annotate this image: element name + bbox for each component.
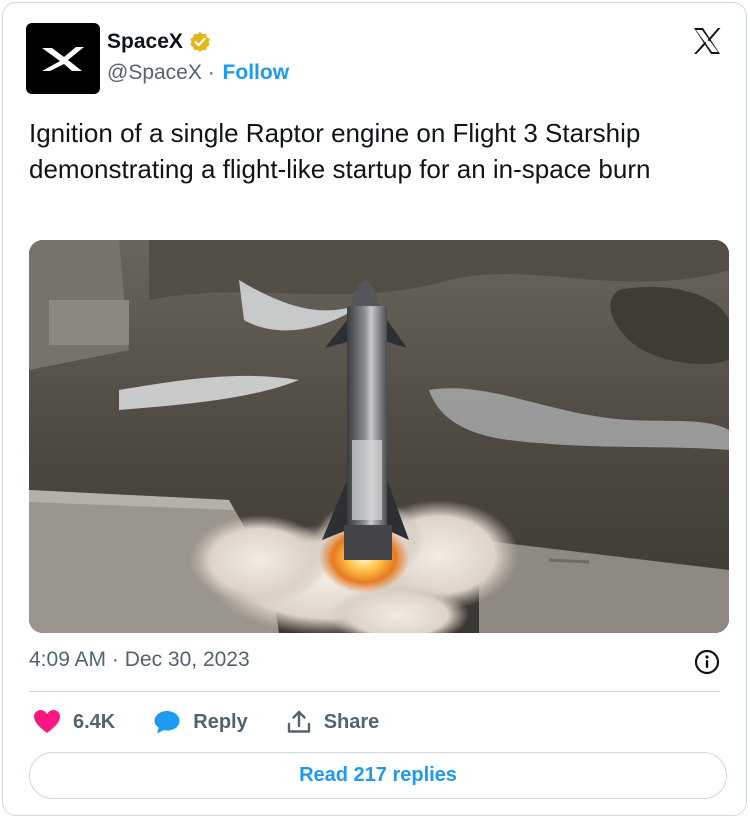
date-separator: · <box>106 648 125 671</box>
x-logo-icon[interactable] <box>691 25 723 57</box>
tweet-media-video[interactable] <box>29 240 729 633</box>
tweet-date: Dec 30, 2023 <box>124 648 250 671</box>
author-handle[interactable]: @SpaceX <box>107 61 202 84</box>
reply-label: Reply <box>193 710 248 733</box>
verified-badge-icon <box>190 32 210 52</box>
tweet-timestamp[interactable]: 4:09 AM · Dec 30, 2023 <box>29 648 250 672</box>
author-name-row: SpaceX <box>107 30 211 54</box>
like-button[interactable]: 6.4K <box>33 709 115 735</box>
avatar[interactable] <box>26 23 100 94</box>
share-label: Share <box>323 710 380 733</box>
tweet-time: 4:09 AM <box>29 648 107 671</box>
like-count: 6.4K <box>73 710 116 733</box>
spacex-logo-icon <box>42 46 84 71</box>
heart-icon <box>34 710 60 733</box>
read-replies-button[interactable]: Read 217 replies <box>29 752 727 799</box>
tweet-card: SpaceX @SpaceX · Follow Ignition of a si… <box>2 2 747 816</box>
reply-button[interactable]: Reply <box>153 709 248 735</box>
tweet-actions: 6.4K Reply Share <box>33 706 417 738</box>
follow-link[interactable]: Follow <box>223 61 290 84</box>
info-icon[interactable] <box>694 649 720 675</box>
author-name[interactable]: SpaceX <box>107 30 183 54</box>
reply-bubble-icon <box>154 711 180 734</box>
tweet-text: Ignition of a single Raptor engine on Fl… <box>29 118 651 184</box>
share-icon <box>287 710 310 733</box>
starship-launch-image <box>29 240 729 633</box>
share-button[interactable]: Share <box>286 709 380 735</box>
divider <box>29 691 720 692</box>
author-handle-row: @SpaceX · Follow <box>107 61 289 85</box>
handle-separator: · <box>201 61 221 84</box>
